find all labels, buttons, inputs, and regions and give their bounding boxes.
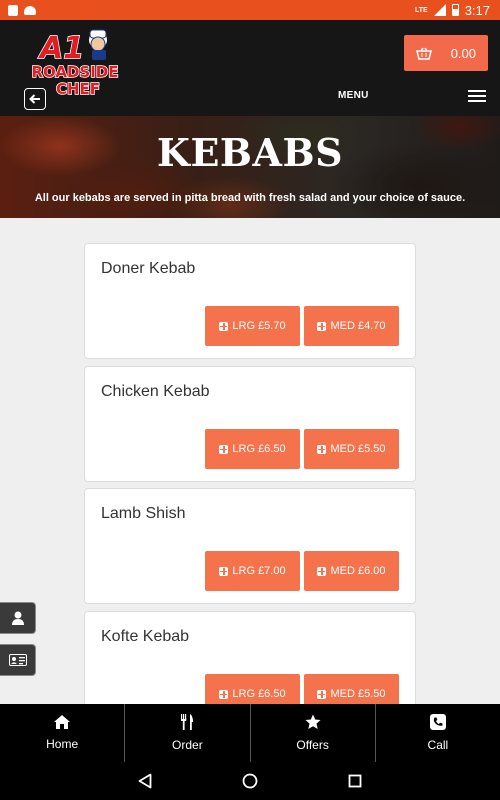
nav-call[interactable]: Call — [376, 704, 500, 762]
nav-home[interactable]: Home — [0, 704, 126, 762]
svg-text:A1: A1 — [38, 31, 84, 66]
star-icon — [305, 714, 321, 729]
item-name: Lamb Shish — [101, 505, 186, 522]
menu-item-list[interactable]: Doner Kebab LRG £5.70 MED £4.70 Chicken … — [0, 218, 500, 704]
plus-icon — [317, 689, 327, 699]
cart-total: 0.00 — [450, 45, 476, 61]
item-name: Kofte Kebab — [101, 628, 190, 645]
nav-call-label: Call — [427, 738, 449, 752]
sim-notification-icon — [8, 4, 18, 16]
medium-price-label: MED £5.50 — [330, 443, 386, 455]
home-circle-icon[interactable] — [242, 773, 258, 789]
clock: 3:17 — [464, 2, 490, 18]
phone-icon — [429, 714, 446, 730]
plus-icon — [219, 689, 229, 699]
plus-icon — [219, 444, 229, 454]
account-tab[interactable] — [0, 602, 36, 634]
basket-icon — [416, 47, 432, 60]
add-large-button[interactable]: LRG £5.70 — [205, 306, 300, 346]
android-notification-icon — [24, 5, 36, 15]
add-large-button[interactable]: LRG £6.50 — [205, 429, 300, 469]
nav-offers[interactable]: Offers — [251, 704, 376, 762]
cart-button[interactable]: 0.00 — [404, 35, 488, 71]
medium-price-label: MED £6.00 — [330, 565, 386, 577]
back-button[interactable] — [24, 88, 46, 110]
home-icon — [54, 715, 71, 729]
status-bar: LTE 3:17 — [0, 0, 500, 20]
bottom-navigation: Home Order Offers Call — [0, 704, 500, 762]
cutlery-icon — [181, 714, 194, 730]
add-large-button[interactable]: LRG £6.50 — [205, 674, 300, 704]
menu-label[interactable]: MENU — [338, 90, 369, 101]
contact-card-icon — [8, 654, 27, 666]
plus-icon — [317, 444, 327, 454]
nav-offers-label: Offers — [296, 738, 329, 752]
medium-price-label: MED £5.50 — [330, 688, 386, 700]
plus-icon — [317, 321, 327, 331]
hamburger-menu-icon[interactable] — [468, 90, 486, 102]
item-name: Doner Kebab — [101, 260, 196, 277]
nav-home-label: Home — [46, 737, 79, 751]
large-price-label: LRG £6.50 — [232, 688, 286, 700]
nav-order-label: Order — [172, 738, 203, 752]
back-triangle-icon[interactable] — [138, 773, 152, 789]
add-medium-button[interactable]: MED £5.50 — [304, 674, 399, 704]
category-banner: KEBABS All our kebabs are served in pitt… — [0, 116, 500, 218]
medium-price-label: MED £4.70 — [330, 320, 386, 332]
contact-card-tab[interactable] — [0, 644, 36, 676]
menu-item-card: Lamb Shish LRG £7.00 MED £6.00 — [84, 488, 416, 604]
add-large-button[interactable]: LRG £7.00 — [205, 551, 300, 591]
category-title: KEBABS — [156, 130, 344, 175]
recents-square-icon[interactable] — [348, 774, 362, 788]
svg-text:ROADSIDE: ROADSIDE — [31, 63, 118, 81]
plus-icon — [219, 321, 229, 331]
plus-icon — [219, 566, 229, 576]
large-price-label: LRG £6.50 — [232, 443, 286, 455]
user-icon — [11, 611, 24, 625]
system-navigation-bar — [0, 762, 500, 800]
add-medium-button[interactable]: MED £6.00 — [304, 551, 399, 591]
nav-order[interactable]: Order — [125, 704, 251, 762]
signal-icon — [433, 4, 446, 16]
menu-item-card: Chicken Kebab LRG £6.50 MED £5.50 — [84, 366, 416, 482]
menu-item-card: Kofte Kebab LRG £6.50 MED £5.50 — [84, 611, 416, 704]
category-description: All our kebabs are served in pitta bread… — [34, 192, 466, 204]
arrow-left-icon — [29, 94, 40, 104]
plus-icon — [317, 566, 327, 576]
large-price-label: LRG £5.70 — [232, 320, 286, 332]
item-name: Chicken Kebab — [101, 383, 210, 400]
network-type-label: LTE — [414, 6, 428, 14]
battery-icon — [451, 4, 459, 16]
app-header: A1 ROADSIDE CHEF 0.00 MENU — [0, 20, 500, 116]
large-price-label: LRG £7.00 — [232, 565, 286, 577]
svg-text:CHEF: CHEF — [56, 80, 100, 98]
menu-item-card: Doner Kebab LRG £5.70 MED £4.70 — [84, 243, 416, 359]
add-medium-button[interactable]: MED £5.50 — [304, 429, 399, 469]
add-medium-button[interactable]: MED £4.70 — [304, 306, 399, 346]
